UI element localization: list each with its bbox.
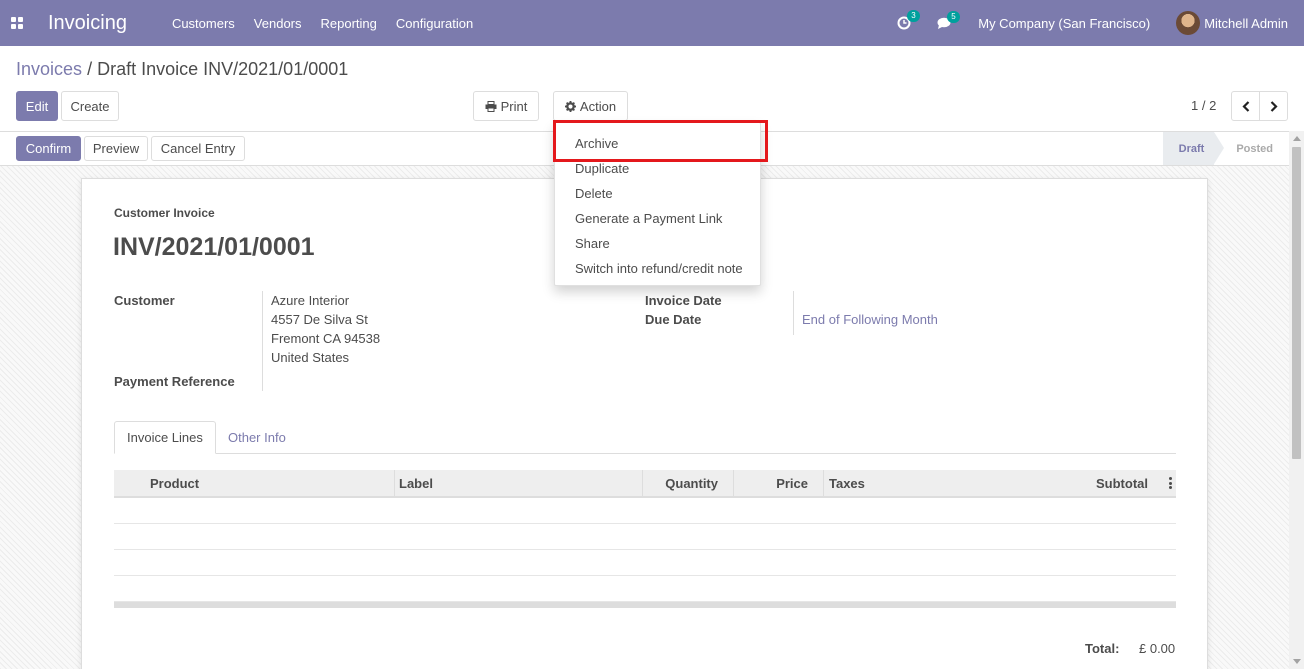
systray: 3 5 My Company (San Francisco) Mitchell … <box>897 0 1304 46</box>
app-name[interactable]: Invoicing <box>48 12 127 35</box>
menu-vendors[interactable]: Vendors <box>254 16 302 31</box>
activity-count-badge: 3 <box>907 10 920 22</box>
table-row <box>114 576 1176 602</box>
invoice-type-label: Customer Invoice <box>114 206 215 220</box>
create-button[interactable]: Create <box>61 91 119 121</box>
column-price[interactable]: Price <box>776 470 808 496</box>
status-draft: Draft <box>1162 132 1224 165</box>
avatar[interactable] <box>1176 11 1201 35</box>
due-date-label: Due Date <box>645 312 702 327</box>
column-separator <box>823 470 824 496</box>
archive-highlight-box <box>553 120 768 162</box>
menu-configuration[interactable]: Configuration <box>396 16 473 31</box>
message-count-badge: 5 <box>947 10 960 23</box>
tab-invoice-lines[interactable]: Invoice Lines <box>114 421 216 454</box>
breadcrumb-current: Draft Invoice INV/2021/01/0001 <box>97 59 349 79</box>
apps-menu-icon[interactable] <box>11 17 23 29</box>
table-row <box>114 550 1176 576</box>
breadcrumb: Invoices / Draft Invoice INV/2021/01/000… <box>16 59 348 80</box>
column-subtotal[interactable]: Subtotal <box>1096 470 1148 496</box>
table-header: Product Label Quantity Price Taxes Subto… <box>114 470 1176 498</box>
menu-item-delete[interactable]: Delete <box>575 186 613 201</box>
table-row <box>114 498 1176 524</box>
main-menu: Customers Vendors Reporting Configuratio… <box>172 16 492 31</box>
optional-columns-icon[interactable] <box>1169 477 1172 489</box>
printer-icon <box>485 100 497 112</box>
activity-button[interactable]: 3 <box>897 10 920 30</box>
customer-link[interactable]: Azure Interior <box>271 293 349 308</box>
column-taxes[interactable]: Taxes <box>829 470 865 496</box>
customer-label: Customer <box>114 293 175 308</box>
print-label: Print <box>500 98 528 114</box>
action-button[interactable]: Action <box>553 91 628 121</box>
breadcrumb-separator: / <box>87 59 93 79</box>
table-footer <box>114 602 1176 608</box>
pager-next-button[interactable] <box>1259 91 1288 121</box>
company-switcher[interactable]: My Company (San Francisco) <box>978 16 1150 31</box>
invoice-number: INV/2021/01/0001 <box>113 233 315 261</box>
chevron-left-icon <box>1241 100 1249 112</box>
menu-item-duplicate[interactable]: Duplicate <box>575 161 629 176</box>
column-product[interactable]: Product <box>150 470 199 496</box>
scrollbar[interactable] <box>1289 131 1304 669</box>
gear-icon <box>564 100 576 112</box>
address-street: 4557 De Silva St <box>271 312 368 327</box>
menu-reporting[interactable]: Reporting <box>321 16 377 31</box>
address-city: Fremont CA 94538 <box>271 331 381 346</box>
messages-button[interactable]: 5 <box>937 10 960 30</box>
user-menu[interactable]: Mitchell Admin <box>1204 16 1288 31</box>
field-divider <box>262 291 263 391</box>
pager-value[interactable]: 1 / 2 <box>1191 98 1216 113</box>
cancel-entry-button[interactable]: Cancel Entry <box>151 136 245 161</box>
address-country: United States <box>271 350 350 365</box>
column-separator <box>733 470 734 496</box>
menu-item-share[interactable]: Share <box>575 236 610 251</box>
status-posted: Posted <box>1236 142 1273 155</box>
preview-button[interactable]: Preview <box>84 136 148 161</box>
chevron-right-icon <box>1270 100 1278 112</box>
top-navbar: Invoicing Customers Vendors Reporting Co… <box>0 0 1304 46</box>
scroll-up-icon[interactable] <box>1293 136 1301 141</box>
column-separator <box>642 470 643 496</box>
status-steps: Draft Posted <box>1162 132 1289 165</box>
invoice-date-label: Invoice Date <box>645 293 722 308</box>
print-button[interactable]: Print <box>473 91 539 121</box>
confirm-button[interactable]: Confirm <box>16 136 81 161</box>
menu-item-generate-payment-link[interactable]: Generate a Payment Link <box>575 211 722 226</box>
column-label[interactable]: Label <box>399 470 433 496</box>
payment-reference-label: Payment Reference <box>114 374 235 389</box>
notebook-tabs: Invoice Lines Other Info <box>114 421 1176 454</box>
action-label: Action <box>579 98 617 114</box>
date-field-divider <box>793 291 794 335</box>
edit-button[interactable]: Edit <box>16 91 58 121</box>
table-row <box>114 524 1176 550</box>
invoice-lines-table: Product Label Quantity Price Taxes Subto… <box>114 470 1176 608</box>
menu-customers[interactable]: Customers <box>172 16 235 31</box>
breadcrumb-invoices-link[interactable]: Invoices <box>16 59 82 79</box>
column-separator <box>394 470 395 496</box>
scroll-down-icon[interactable] <box>1293 659 1301 664</box>
total-value: £ 0.00 <box>1139 641 1176 656</box>
tab-other-info[interactable]: Other Info <box>216 421 298 454</box>
scroll-thumb[interactable] <box>1292 147 1301 459</box>
total-label: Total: <box>1085 641 1120 656</box>
pager-previous-button[interactable] <box>1231 91 1260 121</box>
due-date-value[interactable]: End of Following Month <box>802 312 938 327</box>
column-quantity[interactable]: Quantity <box>665 470 718 496</box>
menu-item-switch-refund[interactable]: Switch into refund/credit note <box>575 261 743 276</box>
